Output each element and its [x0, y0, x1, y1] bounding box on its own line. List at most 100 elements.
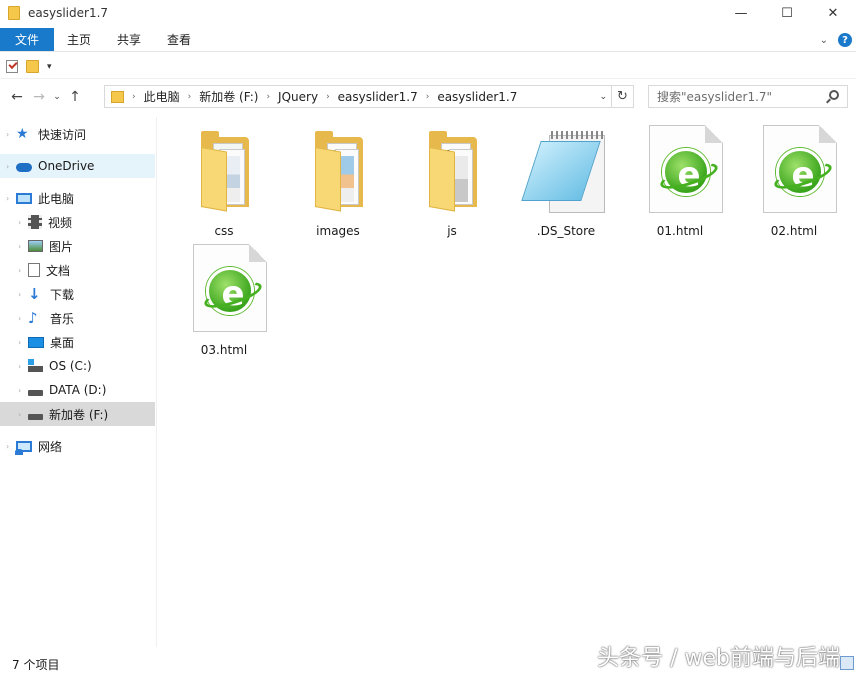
customize-toolbar-icon[interactable]: ▾: [47, 62, 52, 72]
sidebar-item-drive-c[interactable]: › OS (C:): [0, 354, 155, 378]
sidebar-item-this-pc[interactable]: › 此电脑: [0, 186, 155, 210]
sidebar-item-label: 音乐: [50, 311, 75, 326]
expand-icon[interactable]: ›: [18, 410, 28, 419]
breadcrumb-jquery[interactable]: JQuery: [278, 90, 318, 104]
crumb-separator[interactable]: ›: [326, 92, 330, 102]
sidebar-item-label: OneDrive: [38, 159, 95, 173]
file-name: .DS_Store: [536, 224, 596, 238]
search-icon[interactable]: [829, 90, 839, 100]
navigation-bar: ← → ⌄ ↑ › 此电脑 › 新加卷 (F:) › JQuery › easy…: [0, 84, 856, 110]
new-folder-icon[interactable]: [26, 60, 39, 73]
window-title: easyslider1.7: [28, 6, 109, 20]
large-icons-view-button[interactable]: [840, 656, 854, 670]
expand-icon[interactable]: ›: [18, 266, 28, 275]
drive-icon: [28, 390, 43, 396]
expand-icon[interactable]: ›: [6, 130, 16, 139]
html-file-icon: e: [179, 242, 269, 338]
expand-icon[interactable]: ›: [18, 218, 28, 227]
search-input[interactable]: 搜索"easyslider1.7": [648, 85, 848, 108]
expand-icon[interactable]: ›: [18, 362, 28, 371]
sidebar-item-label: 下载: [50, 287, 75, 302]
html-file-icon: e: [635, 123, 725, 219]
tab-view[interactable]: 查看: [154, 28, 204, 51]
file-item-03-html[interactable]: e 03.html: [168, 242, 280, 357]
file-item-02-html[interactable]: e 02.html: [738, 123, 850, 238]
maximize-button[interactable]: ☐: [764, 0, 810, 26]
expand-icon[interactable]: ›: [6, 442, 16, 451]
pc-icon: [16, 192, 32, 204]
back-button[interactable]: ←: [6, 86, 28, 108]
breadcrumb-this-pc[interactable]: 此电脑: [144, 88, 180, 105]
sidebar-item-label: 新加卷 (F:): [49, 407, 109, 422]
desktop-icon: [28, 336, 44, 348]
address-bar[interactable]: › 此电脑 › 新加卷 (F:) › JQuery › easyslider1.…: [104, 85, 634, 108]
sidebar-item-drive-f[interactable]: › 新加卷 (F:): [0, 402, 155, 426]
os-drive-icon: [28, 359, 43, 372]
tab-home[interactable]: 主页: [54, 28, 104, 51]
sidebar-item-music[interactable]: › ♪ 音乐: [0, 306, 155, 330]
refresh-icon[interactable]: ↻: [611, 86, 633, 107]
file-item-ds-store[interactable]: .DS_Store: [510, 123, 622, 238]
documents-icon: [28, 263, 40, 277]
crumb-separator[interactable]: ›: [426, 92, 430, 102]
video-icon: [28, 215, 42, 229]
ribbon-tabs: 文件 主页 共享 查看 ⌄ ?: [0, 28, 856, 52]
sidebar-item-pictures[interactable]: › 图片: [0, 234, 155, 258]
help-icon[interactable]: ?: [838, 33, 852, 47]
crumb-separator: ›: [132, 91, 136, 102]
ribbon-expand-icon[interactable]: ⌄: [820, 35, 828, 46]
title-bar: easyslider1.7 — ☐ ✕: [0, 0, 856, 26]
file-name: 03.html: [200, 343, 248, 357]
breadcrumb-easyslider-parent[interactable]: easyslider1.7: [338, 90, 418, 104]
breadcrumb-easyslider-current[interactable]: easyslider1.7: [437, 90, 517, 104]
crumb-separator[interactable]: ›: [188, 92, 192, 102]
file-item-js[interactable]: js: [396, 123, 508, 238]
file-item-images[interactable]: images: [282, 123, 394, 238]
sidebar-item-label: DATA (D:): [49, 383, 107, 397]
expand-icon[interactable]: ›: [18, 338, 28, 347]
file-name: js: [447, 224, 457, 238]
expand-icon[interactable]: ›: [18, 386, 28, 395]
file-name: 01.html: [656, 224, 704, 238]
up-button[interactable]: ↑: [64, 86, 86, 108]
html-file-icon: e: [749, 123, 839, 219]
drive-icon: [28, 414, 43, 420]
sidebar-item-label: 图片: [49, 239, 74, 254]
ribbon-controls: ⌄ ?: [820, 28, 852, 52]
sidebar-item-drive-d[interactable]: › DATA (D:): [0, 378, 155, 402]
forward-button[interactable]: →: [28, 86, 50, 108]
sidebar-item-videos[interactable]: › 视频: [0, 210, 155, 234]
file-view: css images js .DS_Store e 01.html e 02.h…: [168, 117, 848, 647]
sidebar-item-documents[interactable]: › 文档: [0, 258, 155, 282]
window-controls: — ☐ ✕: [718, 0, 856, 26]
address-dropdown-icon[interactable]: ⌄: [599, 86, 607, 107]
tab-file[interactable]: 文件: [0, 28, 54, 51]
sidebar-item-onedrive[interactable]: › OneDrive: [0, 154, 155, 178]
search-placeholder: 搜索"easyslider1.7": [657, 90, 773, 104]
expand-icon[interactable]: ›: [18, 242, 28, 251]
folder-icon: [179, 123, 269, 219]
close-button[interactable]: ✕: [810, 0, 856, 26]
cloud-icon: [16, 163, 32, 172]
folder-icon: [293, 123, 383, 219]
sidebar-item-label: 此电脑: [38, 191, 75, 206]
file-name: css: [214, 224, 234, 238]
expand-icon[interactable]: ›: [18, 314, 28, 323]
minimize-button[interactable]: —: [718, 0, 764, 26]
file-item-css[interactable]: css: [168, 123, 280, 238]
sidebar-item-desktop[interactable]: › 桌面: [0, 330, 155, 354]
sidebar-item-downloads[interactable]: › ↓ 下载: [0, 282, 155, 306]
recent-locations-button[interactable]: ⌄: [50, 86, 64, 108]
properties-icon[interactable]: [6, 60, 18, 73]
breadcrumb-drive-f[interactable]: 新加卷 (F:): [199, 88, 258, 105]
sidebar-item-quick-access[interactable]: › ★ 快速访问: [0, 122, 155, 146]
expand-icon[interactable]: ›: [18, 290, 28, 299]
sidebar-item-label: OS (C:): [49, 359, 92, 373]
expand-icon[interactable]: ›: [6, 162, 16, 171]
expand-icon[interactable]: ›: [6, 194, 16, 203]
file-item-01-html[interactable]: e 01.html: [624, 123, 736, 238]
crumb-separator[interactable]: ›: [266, 92, 270, 102]
sidebar-item-network[interactable]: › 网络: [0, 434, 155, 458]
sidebar-item-label: 快速访问: [38, 127, 87, 142]
tab-share[interactable]: 共享: [104, 28, 154, 51]
